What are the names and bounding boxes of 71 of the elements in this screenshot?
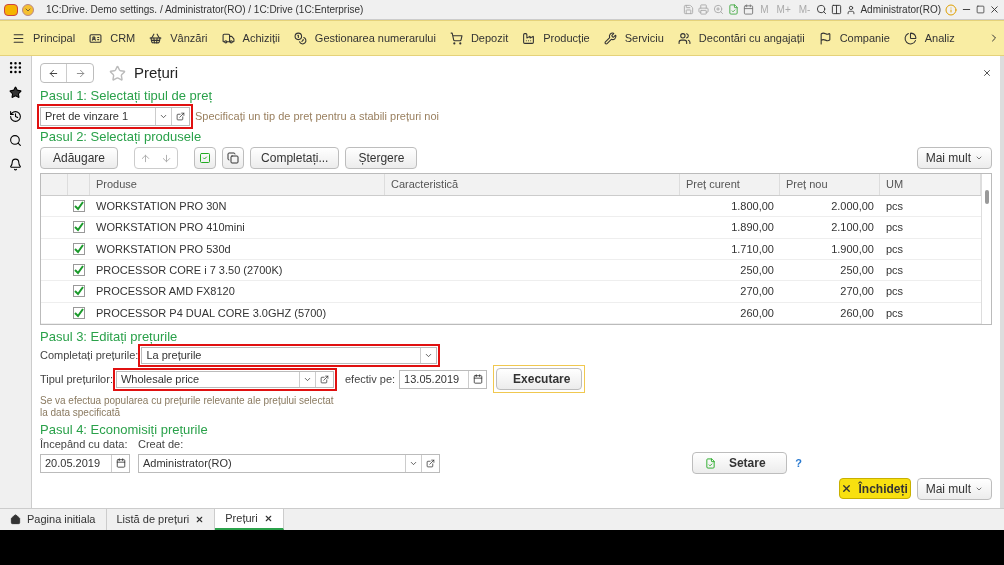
table-cell-text: PROCESSOR P4 DUAL CORE 3.0GHZ (5700) <box>95 305 328 321</box>
field-label: efectiv pe: <box>344 371 396 387</box>
menu-item[interactable]: Achiziții <box>242 29 280 47</box>
table-cell-text: PROCESSOR AMD FX8120 <box>95 284 236 300</box>
price-kind-field[interactable]: Wholesale price <box>115 370 334 388</box>
table-cell-text: 260,00 <box>739 305 775 321</box>
start-date-field[interactable]: 20.05.2019 <box>40 453 130 473</box>
menu-item[interactable]: Analiz <box>924 29 955 47</box>
price-type-field[interactable]: Pret de vinzare 1 <box>40 107 190 126</box>
page-tab[interactable]: Prețuri <box>215 509 284 530</box>
hint-text: Specificați un tip de preț pentru a stabili prețuri noi <box>195 109 439 125</box>
table-cell-text: WORKSTATION PRO 30N <box>95 198 228 214</box>
menu-item[interactable]: Companie <box>839 29 890 47</box>
table-cell-text: pcs <box>885 262 905 278</box>
column-header[interactable]: Caracteristică <box>385 174 680 195</box>
more-button[interactable]: Mai mult <box>916 478 992 500</box>
table-cell-text: 270,00 <box>739 284 775 300</box>
date-field[interactable]: 13.05.2019 <box>399 369 488 389</box>
author-field[interactable]: Administrator(RO) <box>138 453 440 473</box>
table-cell-text: pcs <box>885 305 905 321</box>
menu-item[interactable]: Principal <box>33 29 76 47</box>
table-cell-text: pcs <box>885 241 905 257</box>
column-header[interactable]: Preț nou <box>780 174 880 195</box>
delete-button[interactable]: Ștergere <box>345 147 418 169</box>
form-title: Prețuri <box>134 62 179 83</box>
more-button[interactable]: Mai mult <box>916 147 992 169</box>
field-label: Completați prețurile: <box>40 347 139 363</box>
table-cell-text: 2.000,00 <box>830 198 875 214</box>
table-cell-text: pcs <box>885 198 905 214</box>
close-button[interactable]: Închideți <box>838 478 911 499</box>
table-cell-text: 250,00 <box>839 262 875 278</box>
step-heading: Pasul 1: Selectați tipul de preț <box>40 88 213 104</box>
menu-item[interactable]: CRM <box>110 29 136 47</box>
window-title: 1C:Drive. Demo settings. / Administrator(RO) / 1C:Drive (1C:Enterprise) <box>46 3 364 17</box>
note-text: Se va efectua popularea cu prețurile relevante ale prețului selectat la data specificată <box>40 395 335 419</box>
menu-item[interactable]: Serviciu <box>624 29 664 47</box>
table-cell-text: 270,00 <box>839 284 875 300</box>
table-cell-text: 250,00 <box>739 262 775 278</box>
step-heading: Pasul 3: Editați prețurile <box>40 329 179 345</box>
table-cell-text: 1.710,00 <box>730 241 775 257</box>
field-label: Creat de: <box>138 438 184 451</box>
table-cell-text: 2.100,00 <box>830 220 875 236</box>
step-heading: Pasul 4: Economisiți prețurile <box>40 422 209 438</box>
table-cell-text: 260,00 <box>839 305 875 321</box>
menu-item[interactable]: Depozit <box>470 29 509 47</box>
table-cell-text: WORKSTATION PRO 410mini <box>95 220 246 236</box>
menu-item[interactable]: Vânzări <box>170 29 208 47</box>
field-label: Tipul prețurilor: <box>40 371 113 387</box>
menu-item[interactable]: Producție <box>543 29 590 47</box>
setup-button[interactable]: Setare <box>692 452 788 474</box>
user-name[interactable]: Administrator(RO) <box>860 2 941 17</box>
table-cell-text: WORKSTATION PRO 530d <box>95 241 232 257</box>
menu-item[interactable]: Decontări cu angajații <box>698 29 805 47</box>
step-heading: Pasul 2: Selectați produsele <box>40 129 203 145</box>
menu-item[interactable]: Gestionarea numerarului <box>314 29 436 47</box>
table-cell-text: 1.890,00 <box>730 220 775 236</box>
fill-button[interactable]: Completați... <box>250 147 340 169</box>
table-cell-text: pcs <box>885 284 905 300</box>
help-link[interactable]: ? <box>795 454 802 472</box>
table-cell-text: PROCESSOR CORE i 7 3.50 (2700K) <box>95 262 284 278</box>
table-cell-text: pcs <box>885 220 905 236</box>
field-label: Începând cu data: <box>40 438 129 451</box>
column-header[interactable]: UM <box>880 174 981 195</box>
column-header[interactable]: Preț curent <box>680 174 780 195</box>
table-cell-text: 1.800,00 <box>730 198 775 214</box>
page-tab[interactable]: Pagina initiala <box>0 509 107 530</box>
column-header[interactable]: Produse <box>90 174 385 195</box>
table-cell-text: 1.900,00 <box>830 241 875 257</box>
add-button[interactable]: Adăugare <box>40 147 119 169</box>
execute-button[interactable]: Executare <box>496 368 583 390</box>
fill-mode-field[interactable]: La prețurile <box>141 346 438 364</box>
